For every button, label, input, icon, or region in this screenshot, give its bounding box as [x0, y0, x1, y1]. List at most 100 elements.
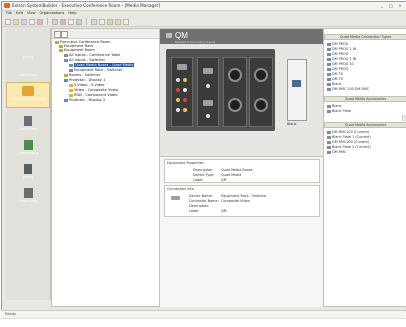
library-item[interactable]: DM TX [327, 77, 343, 81]
library-item[interactable]: DM PROG 10 [327, 62, 354, 66]
library-item[interactable]: DM PROG [327, 67, 348, 71]
connector-icon [69, 88, 73, 92]
nav-media[interactable]: Media [6, 44, 50, 59]
current-accessories-header-label: Quad Media Accessories [344, 123, 387, 127]
nav-controllers[interactable]: Controllers [6, 116, 50, 131]
library-item[interactable]: Blank [327, 82, 341, 86]
library-item[interactable]: DM RMC [327, 150, 346, 154]
status-text: Ready [5, 312, 17, 316]
folder-icon [64, 73, 68, 77]
xlr-module-1[interactable] [223, 57, 247, 127]
library-item-label: Blank Plate [332, 109, 352, 113]
tree-node[interactable]: Projector - Display 2 [64, 98, 105, 102]
collapse-icon[interactable] [61, 31, 68, 38]
xlr-module-2[interactable] [249, 57, 273, 127]
faceplate-graphic[interactable] [166, 49, 275, 131]
connect-icon[interactable] [91, 18, 97, 25]
library-item[interactable]: Blank Plate [327, 109, 351, 113]
settings-icon[interactable] [123, 18, 129, 25]
library-item[interactable]: DM TX [327, 72, 343, 76]
tree-node-label: All Inputs - Conference Table [69, 53, 121, 57]
nav-final-code[interactable]: Final Code [6, 188, 50, 203]
scrollbar[interactable] [402, 115, 406, 121]
properties-panel: Equipment Properties Description: Quad M… [160, 156, 323, 307]
library-item[interactable]: DM PROG [327, 42, 348, 46]
prop-value[interactable]: Quad Media Buses [221, 168, 252, 172]
library-item[interactable]: DM RMC 100 DM RMC [327, 87, 369, 91]
tree-node[interactable]: Equipment Rack - Switcher [69, 68, 122, 72]
tree-node[interactable]: Projector - Display 1 [64, 78, 105, 82]
expand-icon[interactable] [54, 31, 61, 38]
connections-icon [23, 140, 33, 150]
tree-node[interactable]: All Inputs - Conference Table [64, 53, 120, 57]
device-icon [64, 58, 68, 62]
module-icon [327, 47, 331, 51]
library-item[interactable]: DM PROG [327, 52, 348, 56]
tree-node-label: Equipment Rack - Switcher [74, 68, 123, 72]
nav-power[interactable]: Power [6, 164, 50, 179]
interfaces-icon [22, 62, 34, 72]
prop-value[interactable]: Equipment Rack - Switcher [221, 194, 267, 198]
tree-node[interactable]: All Inputs - Switcher [64, 58, 105, 62]
tree-node[interactable]: S-Video - S-Video [69, 83, 104, 87]
library-item[interactable]: DM RMC100 (Current) [327, 140, 369, 144]
blank-plate[interactable] [287, 59, 307, 121]
save-icon[interactable] [21, 18, 27, 25]
add-device-icon[interactable] [52, 18, 58, 25]
prop-value[interactable]: QM [221, 178, 227, 182]
nav-interfaces[interactable]: Interfaces [6, 62, 50, 77]
library-item[interactable]: DM PROG 2 IN [327, 47, 356, 51]
library-item-label: DM RMC [332, 150, 347, 154]
nav-gold-devices[interactable]: Gold Media Devices [6, 82, 50, 108]
help-icon[interactable] [68, 18, 74, 25]
menu-organizations[interactable]: Organizations [40, 11, 65, 15]
prop-label: Label: [189, 209, 200, 213]
current-accessories-header[interactable]: Quad Media Accessories [324, 122, 406, 128]
new-icon[interactable] [5, 18, 11, 25]
prop-value[interactable]: QM [221, 209, 227, 213]
connector-icon [69, 93, 73, 97]
report-icon[interactable] [107, 18, 113, 25]
vga-module[interactable] [197, 57, 219, 127]
device-banner: QM MediaPort Connection Series [160, 29, 323, 44]
cut-icon[interactable] [37, 18, 43, 25]
tree-node[interactable]: RGB - Component Video [69, 93, 117, 97]
tree-node[interactable]: Equipment Room [59, 48, 95, 52]
xlr-port-icon [228, 98, 242, 112]
prop-value[interactable]: Composite Video [221, 199, 250, 203]
menu-view[interactable]: View [27, 11, 36, 15]
module-icon [327, 72, 331, 76]
zoom-icon[interactable] [99, 18, 105, 25]
menu-edit[interactable]: Edit [16, 11, 23, 15]
print-icon[interactable] [29, 18, 35, 25]
export-icon[interactable] [115, 18, 121, 25]
module-icon [327, 140, 331, 144]
properties-icon[interactable] [76, 18, 82, 25]
library-item[interactable]: Blank Plate 2 (Current) [327, 145, 371, 149]
tree-node[interactable]: Rooms - Switcher [64, 73, 100, 77]
library-item[interactable]: DM PROG 2 IN [327, 57, 356, 61]
tree-node[interactable]: Video - Composite Video [69, 88, 118, 92]
prop-value[interactable]: Quad Media [221, 173, 241, 177]
library-item[interactable]: Blank Plate 1 (Current) [327, 135, 371, 139]
delete-icon[interactable] [60, 18, 66, 25]
minimize-button[interactable]: _ [379, 3, 385, 8]
app-window: Extron SystemBuilder - Executive Confere… [1, 1, 406, 311]
av-module[interactable] [171, 57, 193, 127]
open-folder-icon[interactable] [13, 18, 19, 25]
menu-help[interactable]: Help [68, 11, 76, 15]
connection-types-header[interactable]: Quad Media Connection Types [324, 34, 406, 40]
module-icon [327, 135, 331, 139]
device-name: QM [175, 31, 188, 40]
nav-connections[interactable]: Connections [6, 140, 50, 155]
accessories-header[interactable]: Quad Media Accessories [324, 96, 406, 102]
library-item[interactable]: DM RMC100 (Current) [327, 130, 369, 134]
nav-controllers-label: Controllers [18, 127, 38, 131]
accessories-header-label: Quad Media Accessories [344, 97, 387, 101]
close-button[interactable]: × [397, 3, 403, 8]
library-item[interactable]: Blank [327, 104, 341, 108]
tree-node-selected[interactable]: Quad Media Buses - Quad Media [69, 63, 135, 67]
maximize-button[interactable]: □ [388, 3, 394, 8]
menu-file[interactable]: File [6, 11, 12, 15]
module-icon [327, 42, 331, 46]
